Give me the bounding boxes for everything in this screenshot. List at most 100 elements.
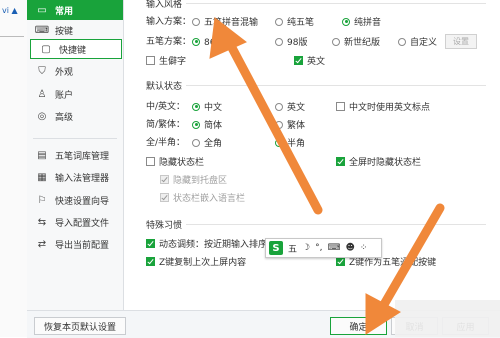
radio-indicator — [192, 102, 200, 111]
sidebar-tool-label: 快速设置向导 — [55, 196, 110, 207]
toolbox-icon[interactable]: ⁘ — [360, 243, 368, 253]
z-copy-checkbox[interactable]: Z键复制上次上屏内容 — [146, 255, 246, 268]
embed-langbar-checkbox[interactable]: 状态栏嵌入语言栏 — [160, 191, 245, 204]
scheme-radio-pinyin-only[interactable]: 纯拼音 — [342, 15, 381, 28]
radio-indicator — [275, 37, 283, 46]
sidebar-item-advanced[interactable]: ◎ 高级 — [27, 106, 123, 126]
simp-trad-radio-traditional[interactable]: 繁体 — [275, 118, 305, 131]
checkbox-indicator — [146, 56, 155, 65]
sidebar-tool-label: 导出当前配置 — [55, 240, 110, 251]
checkbox-indicator — [294, 56, 303, 65]
radio-label: 98版 — [287, 38, 308, 48]
section-title-habits: 特殊习惯 — [146, 221, 183, 231]
fullscreen-hide-checkbox[interactable]: 全屏时隐藏状态栏 — [336, 155, 421, 168]
wubi-radio-custom[interactable]: 自定义 — [398, 35, 437, 48]
section-title-default-state: 默认状态 — [146, 82, 183, 92]
ime-mode-toggle[interactable]: 五 — [288, 242, 297, 255]
radio-indicator — [342, 17, 350, 26]
width-radio-full[interactable]: 全角 — [192, 136, 222, 149]
hide-to-tray-checkbox[interactable]: 隐藏到托盘区 — [160, 173, 227, 186]
sidebar-tool-label: 五笔词库管理 — [55, 151, 110, 162]
wubi-radio-98[interactable]: 98版 — [275, 35, 307, 48]
checkbox-label: 隐藏状态栏 — [159, 158, 205, 168]
export-icon: ⇄ — [37, 238, 47, 250]
checkbox-indicator — [160, 193, 169, 202]
wubi-scheme-label: 五笔方案： — [146, 37, 192, 47]
checkbox-label: 生僻字 — [159, 57, 187, 67]
checkbox-label: Z键复制上次上屏内容 — [159, 258, 247, 268]
shirt-icon: ⛉ — [38, 65, 46, 77]
sidebar-item-label: 外观 — [55, 67, 74, 78]
keyboard-icon[interactable]: ⌨ — [327, 243, 340, 253]
sidebar-divider — [33, 138, 117, 139]
sidebar-item-shortcuts[interactable]: ▢ 快捷键 — [30, 39, 122, 59]
checkbox-label: 状态栏嵌入语言栏 — [173, 194, 246, 204]
blurred-overlay — [395, 300, 500, 337]
simp-trad-radio-simplified[interactable]: 简体 — [192, 118, 222, 131]
skin-icon[interactable]: ☻ — [345, 243, 354, 253]
sidebar-tool-label: 导入配置文件 — [55, 218, 110, 229]
checkbox-label: 中文时使用英文标点 — [349, 103, 431, 113]
radio-label: 五笔拼音混输 — [204, 18, 259, 28]
section-title-input-style: 输入风格 — [146, 0, 183, 10]
radio-indicator — [192, 120, 200, 129]
sidebar-item-appearance[interactable]: ⛉ 外观 — [27, 61, 123, 81]
settings-dialog: ▭ 常用 ⌨ 按键 ▢ 快捷键 ⛉ 外观 ♙ 账户 ◎ 高级 ▤ 五笔词库管理 — [27, 0, 500, 338]
width-label: 全/半角： — [146, 138, 186, 148]
advanced-icon: ◎ — [37, 110, 47, 122]
sidebar-item-keys[interactable]: ⌨ 按键 — [27, 20, 123, 40]
radio-label: 简体 — [204, 121, 223, 131]
wubi-radio-86[interactable]: 86版 — [192, 35, 224, 48]
sidebar-tool-dictionary[interactable]: ▤ 五笔词库管理 — [27, 145, 123, 165]
ime-toolbar[interactable]: S 五 ☽ °, ⌨ ☻ ⁘ — [265, 238, 382, 258]
sidebar-tool-label: 输入法管理器 — [55, 173, 110, 184]
radio-label: 全角 — [204, 139, 223, 149]
import-icon: ⇆ — [37, 216, 47, 228]
sidebar-tool-import[interactable]: ⇆ 导入配置文件 — [27, 212, 123, 232]
radio-label: 自定义 — [410, 38, 438, 48]
sidebar-tool-export[interactable]: ⇄ 导出当前配置 — [27, 234, 123, 254]
section-divider — [186, 85, 486, 86]
sidebar-item-label: 按键 — [55, 26, 74, 37]
radio-indicator — [192, 37, 200, 46]
cn-en-radio-english[interactable]: 英文 — [275, 100, 305, 113]
radio-indicator — [332, 37, 340, 46]
wubi-settings-button[interactable]: 设置 — [445, 34, 477, 49]
dynamic-freq-checkbox[interactable]: 动态调频：按近期输入排序 — [146, 237, 267, 250]
sogou-logo-icon: S — [269, 241, 283, 255]
punctuation-icon[interactable]: °, — [315, 243, 322, 253]
radio-label: 繁体 — [287, 121, 306, 131]
cn-en-radio-chinese[interactable]: 中文 — [192, 100, 222, 113]
sidebar-item-account[interactable]: ♙ 账户 — [27, 84, 123, 104]
user-icon: ♙ — [37, 88, 47, 100]
checkbox-indicator — [336, 257, 345, 266]
shortcut-icon: ▢ — [41, 43, 51, 55]
sidebar-tool-manager[interactable]: ▦ 输入法管理器 — [27, 167, 123, 187]
scheme-radio-wubi-only[interactable]: 纯五笔 — [275, 15, 314, 28]
sidebar-tool-wizard[interactable]: ⚐ 快速设置向导 — [27, 190, 123, 210]
radio-indicator — [275, 102, 283, 111]
restore-defaults-button[interactable]: 恢复本页默认设置 — [34, 317, 126, 335]
radio-label: 中文 — [204, 103, 223, 113]
checkbox-label: 隐藏到托盘区 — [173, 176, 228, 186]
hide-status-bar-checkbox[interactable]: 隐藏状态栏 — [146, 155, 204, 168]
scheme-label: 输入方案： — [146, 17, 192, 27]
moon-icon[interactable]: ☽ — [302, 243, 310, 253]
sidebar-item-label: 高级 — [55, 112, 74, 123]
checkbox-label: 英文 — [307, 57, 326, 67]
sidebar-item-label: 快捷键 — [59, 45, 87, 56]
scheme-radio-mixed[interactable]: 五笔拼音混输 — [192, 15, 258, 28]
chinese-english-punct-checkbox[interactable]: 中文时使用英文标点 — [336, 100, 430, 113]
rare-chars-checkbox[interactable]: 生僻字 — [146, 54, 186, 67]
checkbox-indicator — [160, 175, 169, 184]
english-checkbox[interactable]: 英文 — [294, 54, 325, 67]
sidebar-item-general[interactable]: ▭ 常用 — [27, 0, 123, 20]
width-radio-half[interactable]: 半角 — [275, 136, 305, 149]
checkbox-label: 全屏时隐藏状态栏 — [349, 158, 422, 168]
radio-label: 英文 — [287, 103, 306, 113]
wubi-radio-new-century[interactable]: 新世纪版 — [332, 35, 380, 48]
section-divider — [186, 224, 486, 225]
divider — [0, 36, 24, 37]
checkbox-label: 动态调频：按近期输入排序 — [159, 240, 268, 250]
ok-button[interactable]: 确定 — [330, 317, 387, 335]
